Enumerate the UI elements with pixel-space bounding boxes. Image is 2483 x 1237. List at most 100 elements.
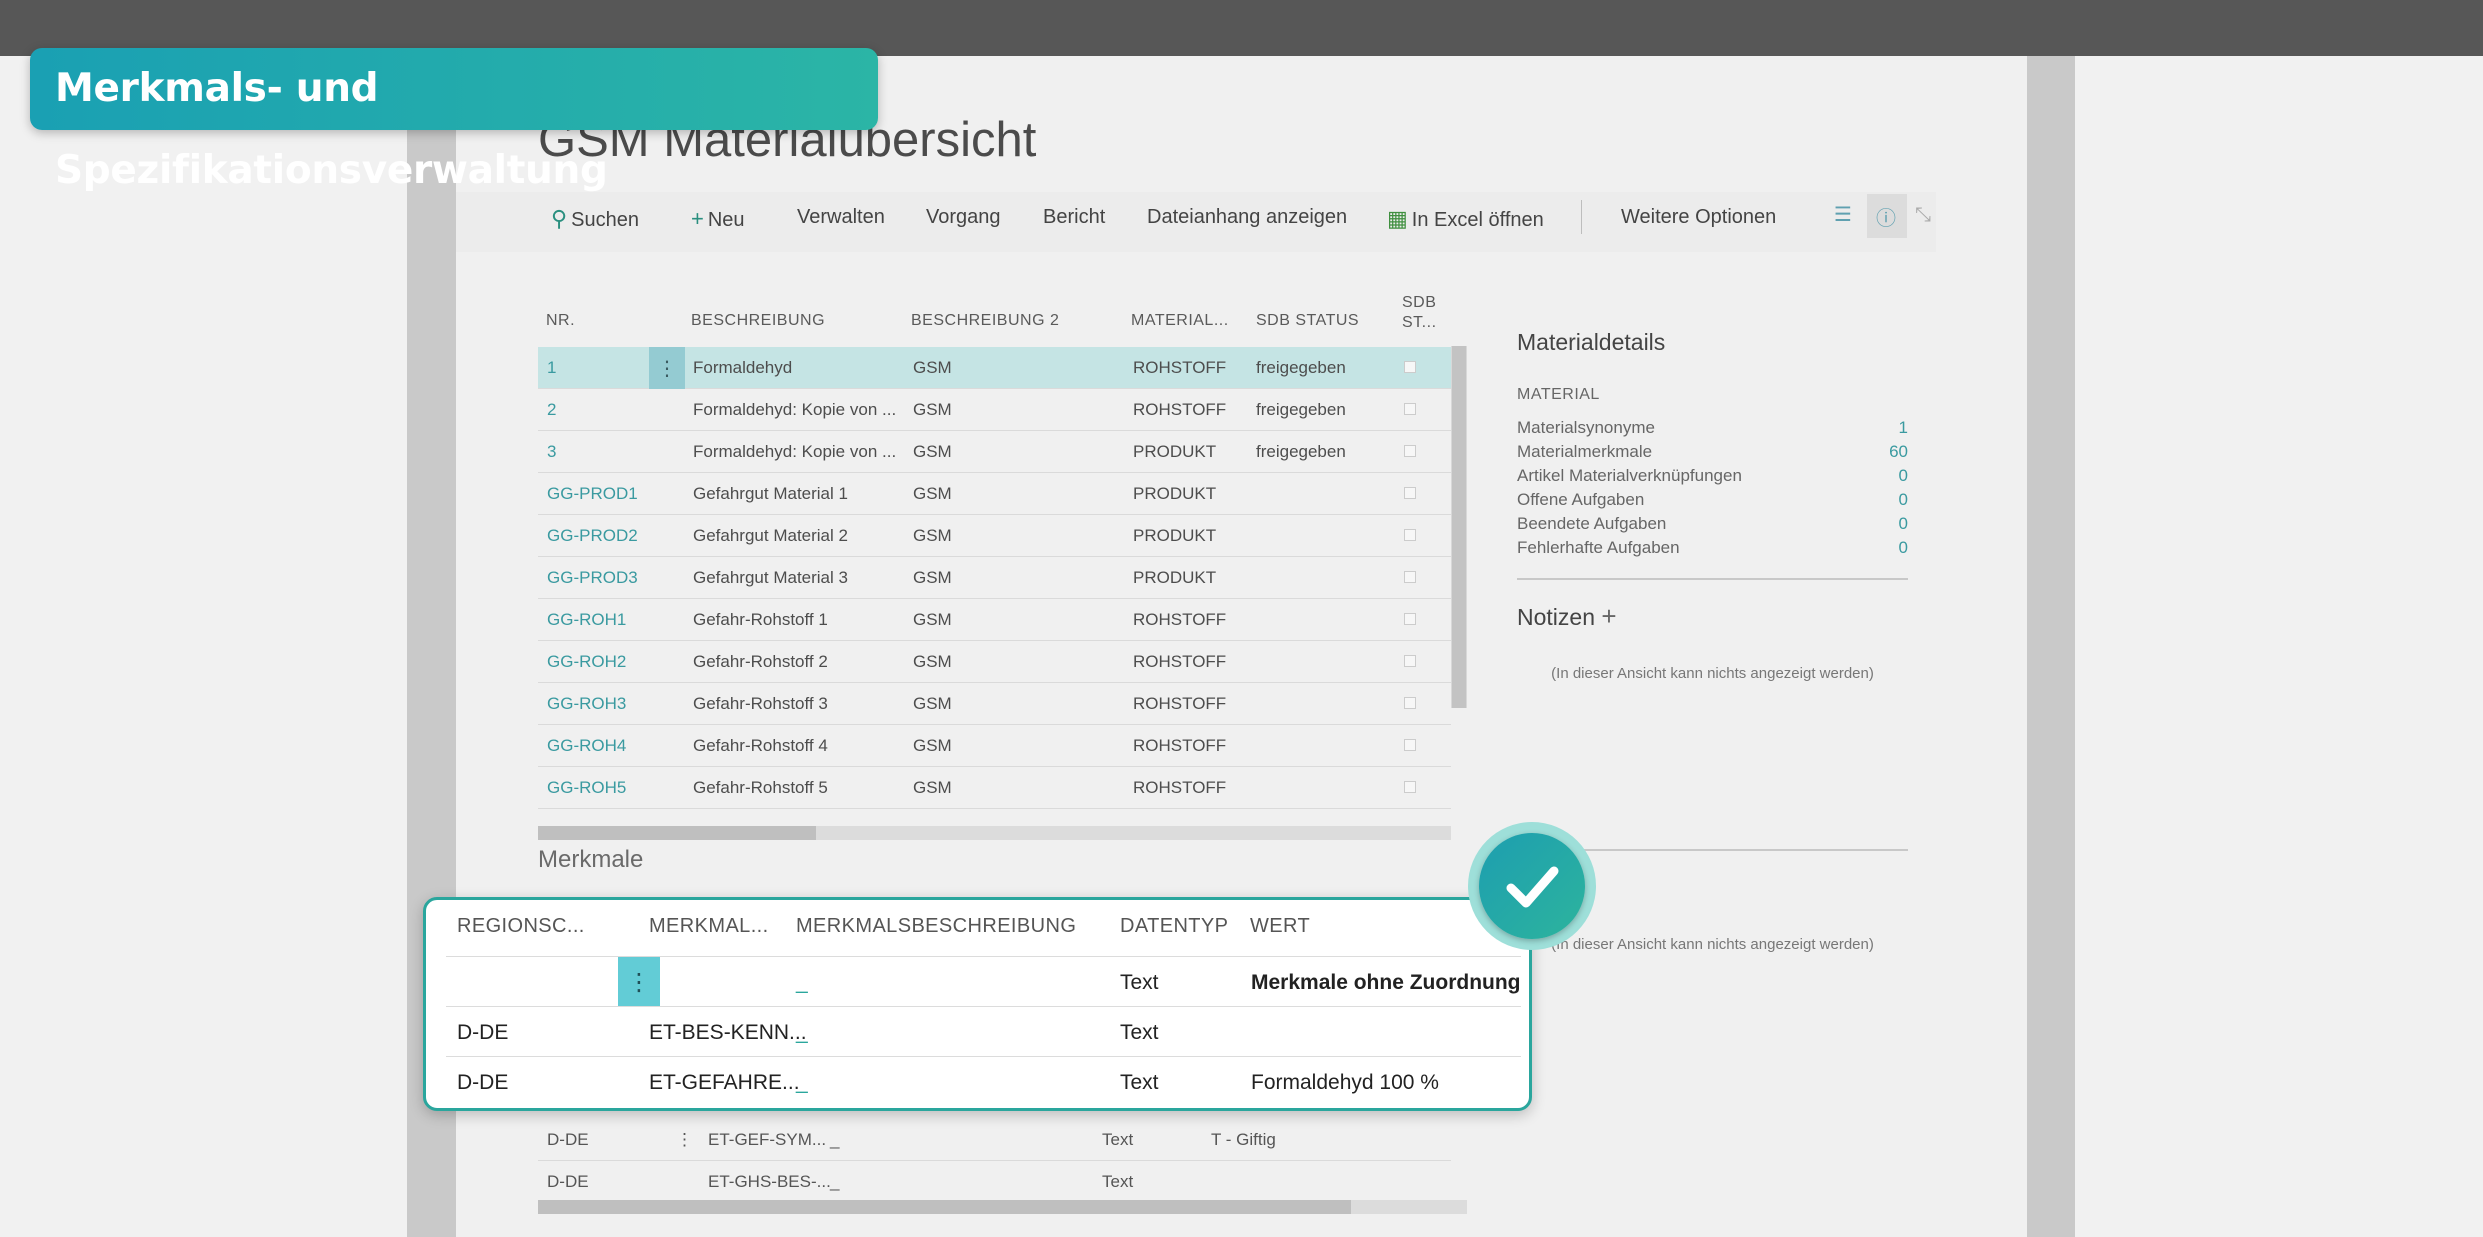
cell-nr[interactable]: 1 — [547, 358, 556, 378]
details-title: Materialdetails — [1517, 329, 1666, 355]
new-button[interactable]: + Neu — [691, 206, 745, 232]
detail-value[interactable]: 0 — [1899, 490, 1908, 510]
table-row[interactable]: GG-PROD2 Gefahrgut Material 2 GSM PRODUK… — [538, 515, 1451, 557]
table-row[interactable]: GG-ROH2 Gefahr-Rohstoff 2 GSM ROHSTOFF — [538, 641, 1451, 683]
manage-button[interactable]: Verwalten — [797, 206, 885, 229]
cell-description: _ — [830, 1130, 840, 1149]
more-options-button[interactable]: Weitere Optionen — [1621, 206, 1776, 229]
cell-nr[interactable]: GG-PROD1 — [547, 484, 638, 504]
table-row[interactable]: GG-ROH5 Gefahr-Rohstoff 5 GSM ROHSTOFF — [538, 767, 1451, 809]
cell-description: Gefahr-Rohstoff 1 — [693, 610, 828, 629]
table-row[interactable]: D-DE ET-BES-KENN... _ Text — [446, 1006, 1521, 1056]
cell-description: Formaldehyd — [693, 358, 793, 377]
background-left — [0, 56, 407, 1237]
cell-description-2: GSM — [913, 526, 952, 545]
row-menu-icon[interactable]: ⋮ — [618, 957, 660, 1007]
sdb-checkbox[interactable] — [1404, 361, 1416, 373]
table-row[interactable]: 2 Formaldehyd: Kopie von ... GSM ROHSTOF… — [538, 389, 1451, 431]
cell-description-2: GSM — [913, 736, 952, 755]
column-header-region[interactable]: REGIONSC... — [457, 915, 585, 938]
cell-nr[interactable]: GG-ROH4 — [547, 736, 626, 756]
list-item[interactable]: D-DE ⋮ ET-GEF-SYM... _ Text T - Giftig — [538, 1119, 1451, 1161]
sdb-checkbox[interactable] — [1404, 781, 1416, 793]
cell-material: ROHSTOFF — [1133, 610, 1227, 629]
cell-region: D-DE — [547, 1130, 589, 1149]
attachment-button[interactable]: Dateianhang anzeigen — [1147, 206, 1347, 229]
add-note-icon[interactable]: + — [1601, 601, 1616, 631]
cell-merkmal: ET-GHS-BES-... — [708, 1172, 831, 1191]
list-item[interactable]: D-DE ET-GHS-BES-... _ Text — [538, 1161, 1451, 1203]
cell-description: Gefahrgut Material 2 — [693, 526, 848, 545]
feature-banner: Merkmals- und Spezifikationsverwaltung — [30, 48, 878, 193]
sdb-checkbox[interactable] — [1404, 487, 1416, 499]
table-row[interactable]: GG-PROD1 Gefahrgut Material 1 GSM PRODUK… — [538, 473, 1451, 515]
detail-value[interactable]: 1 — [1899, 418, 1908, 438]
table-row[interactable]: 1 ⋮ Formaldehyd GSM ROHSTOFF freigegeben — [538, 347, 1451, 389]
excel-label: In Excel öffnen — [1411, 209, 1544, 231]
plus-icon: + — [691, 206, 704, 231]
table-row[interactable]: D-DE ET-GEFAHRE... _ Text Formaldehyd 10… — [446, 1056, 1521, 1106]
column-header-material[interactable]: MATERIAL... — [1131, 312, 1229, 330]
cell-datatype: Text — [1120, 1021, 1159, 1044]
column-header-sdb-st[interactable]: SDB — [1402, 294, 1436, 312]
column-header-sdb-status[interactable]: SDB STATUS — [1256, 312, 1359, 330]
column-header-description-2[interactable]: BESCHREIBUNG 2 — [911, 312, 1059, 330]
details-section-label: MATERIAL — [1517, 386, 1600, 403]
merkmale-horizontal-scrollbar[interactable] — [538, 1200, 1351, 1214]
sdb-checkbox[interactable] — [1404, 655, 1416, 667]
cell-nr[interactable]: GG-PROD2 — [547, 526, 638, 546]
cell-merkmal[interactable]: ET-GEFAHRE... — [649, 1071, 800, 1095]
cell-nr[interactable]: GG-ROH5 — [547, 778, 626, 798]
table-row[interactable]: GG-ROH1 Gefahr-Rohstoff 1 GSM ROHSTOFF — [538, 599, 1451, 641]
new-label: Neu — [707, 209, 745, 231]
cell-nr[interactable]: 2 — [547, 400, 556, 420]
table-row[interactable]: ⋮ _ Text Merkmale ohne Zuordnung — [446, 956, 1521, 1007]
cell-description-2: GSM — [913, 400, 952, 419]
table-horizontal-scrollbar[interactable] — [538, 826, 816, 840]
excel-button[interactable]: ▦ In Excel öffnen — [1387, 206, 1544, 232]
table-row[interactable]: GG-PROD3 Gefahrgut Material 3 GSM PRODUK… — [538, 557, 1451, 599]
table-vertical-scrollbar[interactable] — [1452, 346, 1466, 708]
sdb-checkbox[interactable] — [1404, 403, 1416, 415]
sdb-checkbox[interactable] — [1404, 571, 1416, 583]
sdb-checkbox[interactable] — [1404, 613, 1416, 625]
cell-description-2: GSM — [913, 610, 952, 629]
detail-value[interactable]: 0 — [1899, 538, 1908, 558]
cell-description-2: GSM — [913, 484, 952, 503]
column-header-datatype[interactable]: DATENTYP — [1120, 915, 1228, 938]
cell-merkmal[interactable]: ET-BES-KENN... — [649, 1021, 807, 1045]
cell-nr[interactable]: GG-ROH1 — [547, 610, 626, 630]
table-row[interactable]: GG-ROH4 Gefahr-Rohstoff 4 GSM ROHSTOFF — [538, 725, 1451, 767]
info-icon[interactable]: ⓘ — [1876, 202, 1896, 231]
cell-nr[interactable]: GG-ROH2 — [547, 652, 626, 672]
column-header-nr[interactable]: NR. — [546, 312, 575, 330]
detail-label: Fehlerhafte Aufgaben — [1517, 538, 1680, 557]
merkmale-highlight-popup: REGIONSC... MERKMAL... MERKMALSBESCHREIB… — [423, 897, 1532, 1111]
sdb-checkbox[interactable] — [1404, 739, 1416, 751]
column-header-description[interactable]: BESCHREIBUNG — [691, 312, 825, 330]
detail-label: Beendete Aufgaben — [1517, 514, 1667, 533]
cell-nr[interactable]: GG-ROH3 — [547, 694, 626, 714]
table-row[interactable]: GG-ROH3 Gefahr-Rohstoff 3 GSM ROHSTOFF — [538, 683, 1451, 725]
column-header-value[interactable]: WERT — [1250, 915, 1310, 938]
report-button[interactable]: Bericht — [1043, 206, 1105, 229]
detail-value[interactable]: 0 — [1899, 466, 1908, 486]
sdb-checkbox[interactable] — [1404, 529, 1416, 541]
list-view-icon[interactable]: ☰ — [1834, 202, 1852, 226]
detail-item: Fehlerhafte Aufgaben 0 — [1517, 538, 1908, 558]
cell-nr[interactable]: GG-PROD3 — [547, 568, 638, 588]
column-header-merkmal-description[interactable]: MERKMALSBESCHREIBUNG — [796, 915, 1076, 938]
notes-title: Notizen + — [1517, 601, 1617, 632]
cell-nr[interactable]: 3 — [547, 442, 556, 462]
sdb-checkbox[interactable] — [1404, 697, 1416, 709]
process-button[interactable]: Vorgang — [926, 206, 1001, 229]
table-row[interactable]: 3 Formaldehyd: Kopie von ... GSM PRODUKT… — [538, 431, 1451, 473]
row-menu-icon[interactable]: ⋮ — [676, 1130, 693, 1150]
column-header-merkmal[interactable]: MERKMAL... — [649, 915, 769, 938]
collapse-icon[interactable]: ⤡ — [1915, 202, 1931, 226]
cell-description: Gefahr-Rohstoff 3 — [693, 694, 828, 713]
detail-value[interactable]: 60 — [1889, 442, 1908, 462]
sdb-checkbox[interactable] — [1404, 445, 1416, 457]
row-menu-icon[interactable]: ⋮ — [649, 347, 685, 389]
detail-value[interactable]: 0 — [1899, 514, 1908, 534]
